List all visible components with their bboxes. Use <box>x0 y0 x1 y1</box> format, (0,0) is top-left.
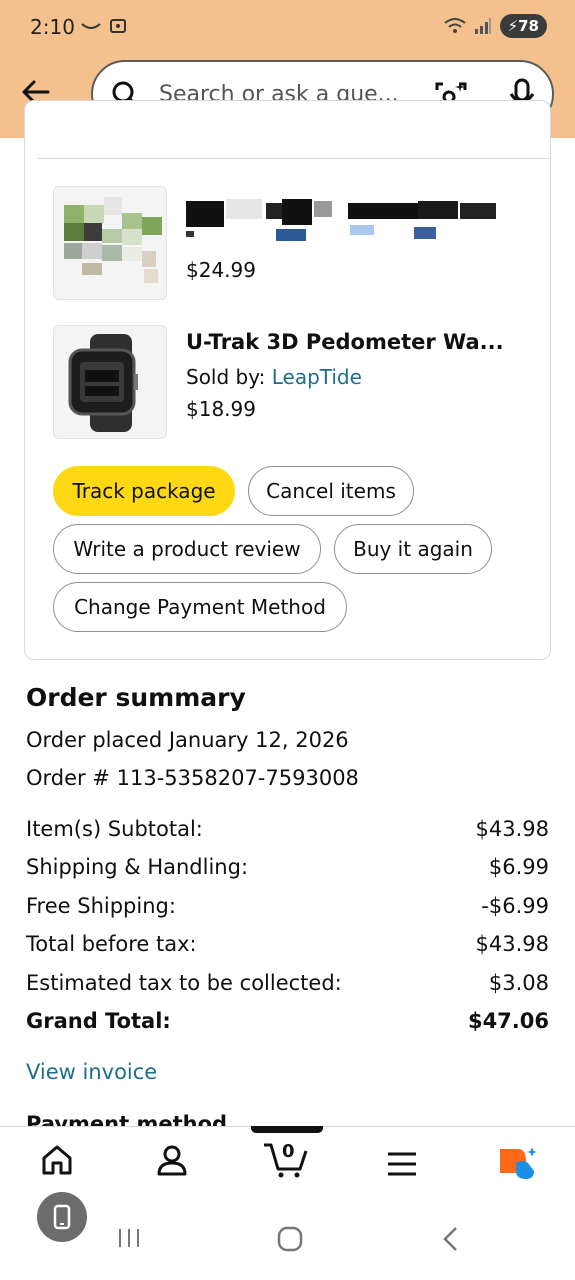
item-price: $24.99 <box>186 258 256 282</box>
system-back-icon[interactable] <box>440 1225 462 1253</box>
track-package-button[interactable]: Track package <box>53 466 235 516</box>
blurred-product-image <box>64 197 162 283</box>
row-label: Shipping & Handling: <box>26 855 249 879</box>
notification-link-icon <box>81 23 101 29</box>
view-invoice-link[interactable]: View invoice <box>26 1060 157 1084</box>
sold-by-label: Sold by: <box>186 365 266 389</box>
order-number: Order # 113-5358207-7593008 <box>26 766 359 790</box>
wifi-icon <box>443 18 466 33</box>
assistant-icon[interactable] <box>496 1145 540 1185</box>
cart-tab-indicator <box>251 1126 323 1133</box>
hamburger-icon[interactable] <box>386 1149 418 1179</box>
summary-row: Estimated tax to be collected: $3.08 <box>26 971 549 995</box>
item-thumbnail-1[interactable] <box>53 186 167 300</box>
summary-row: Free Shipping: -$6.99 <box>26 894 549 918</box>
row-value: $43.98 <box>475 932 549 956</box>
home-circle-icon[interactable] <box>276 1225 304 1253</box>
person-icon[interactable] <box>155 1143 189 1177</box>
buy-again-button[interactable]: Buy it again <box>334 524 492 574</box>
cancel-items-button[interactable]: Cancel items <box>248 466 414 516</box>
card-divider <box>37 158 550 159</box>
phone-icon <box>53 1204 71 1230</box>
redacted-item-title <box>186 199 496 241</box>
recent-apps-icon[interactable] <box>116 1225 142 1251</box>
seller-link[interactable]: LeapTide <box>272 365 362 389</box>
watch-image <box>54 326 166 438</box>
row-label: Item(s) Subtotal: <box>26 817 203 841</box>
row-value: $47.06 <box>467 1009 549 1033</box>
next-section-heading-partial: Payment method <box>26 1112 228 1126</box>
status-time: 2:10 <box>30 15 75 39</box>
row-value: $3.08 <box>488 971 549 995</box>
summary-row: Item(s) Subtotal: $43.98 <box>26 817 549 841</box>
row-value: $43.98 <box>475 817 549 841</box>
row-label: Grand Total: <box>26 1009 171 1033</box>
status-bar: 2:10 ⚡ 78 <box>0 0 575 54</box>
order-summary-title: Order summary <box>26 683 246 712</box>
signal-icon <box>474 18 491 34</box>
change-payment-button[interactable]: Change Payment Method <box>53 582 347 632</box>
bottom-nav: 0 <box>0 1127 575 1280</box>
write-review-button[interactable]: Write a product review <box>53 524 321 574</box>
item-price: $18.99 <box>186 397 256 421</box>
row-label: Total before tax: <box>26 932 197 956</box>
floating-action-button[interactable] <box>37 1192 87 1242</box>
summary-row: Total before tax: $43.98 <box>26 932 549 956</box>
home-icon[interactable] <box>40 1143 74 1177</box>
grand-total-row: Grand Total: $47.06 <box>26 1009 549 1033</box>
cart-count: 0 <box>282 1141 295 1162</box>
order-items-card: $24.99 U-Trak 3D Pedometer Wa... Sold by… <box>24 100 551 660</box>
item-thumbnail-2[interactable] <box>53 325 167 439</box>
screenshot-icon <box>110 19 126 33</box>
item-seller-line: Sold by: LeapTide <box>186 365 362 389</box>
order-placed-date: Order placed January 12, 2026 <box>26 728 349 752</box>
item-title[interactable]: U-Trak 3D Pedometer Wa... <box>186 330 504 354</box>
battery-level: 78 <box>518 17 539 35</box>
row-value: $6.99 <box>488 855 549 879</box>
summary-row: Shipping & Handling: $6.99 <box>26 855 549 879</box>
row-label: Estimated tax to be collected: <box>26 971 342 995</box>
battery-indicator: ⚡ 78 <box>499 14 547 38</box>
status-notification-icons <box>80 16 128 36</box>
status-indicators: ⚡ 78 <box>443 14 547 38</box>
row-value: -$6.99 <box>481 894 549 918</box>
row-label: Free Shipping: <box>26 894 176 918</box>
cart-button[interactable]: 0 <box>262 1139 310 1179</box>
